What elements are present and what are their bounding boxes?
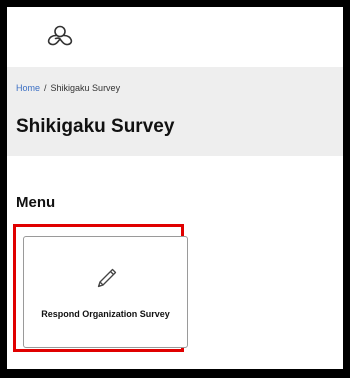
pencil-icon <box>97 268 117 288</box>
card-label: Respond Organization Survey <box>41 309 170 319</box>
breadcrumb-current: Shikigaku Survey <box>50 83 121 93</box>
knot-logo-icon[interactable] <box>42 25 78 47</box>
breadcrumb-home-link[interactable]: Home <box>16 83 40 93</box>
menu-title: Menu <box>16 194 56 211</box>
breadcrumb: Home / Shikigaku Survey <box>16 83 120 93</box>
page-header: Home / Shikigaku Survey Shikigaku Survey <box>7 67 343 156</box>
app-window: Home / Shikigaku Survey Shikigaku Survey M… <box>7 7 343 369</box>
breadcrumb-separator: / <box>44 83 47 93</box>
page-title: Shikigaku Survey <box>16 116 175 137</box>
respond-organization-survey-card[interactable]: Respond Organization Survey <box>23 236 188 348</box>
logo-bar <box>7 7 343 67</box>
